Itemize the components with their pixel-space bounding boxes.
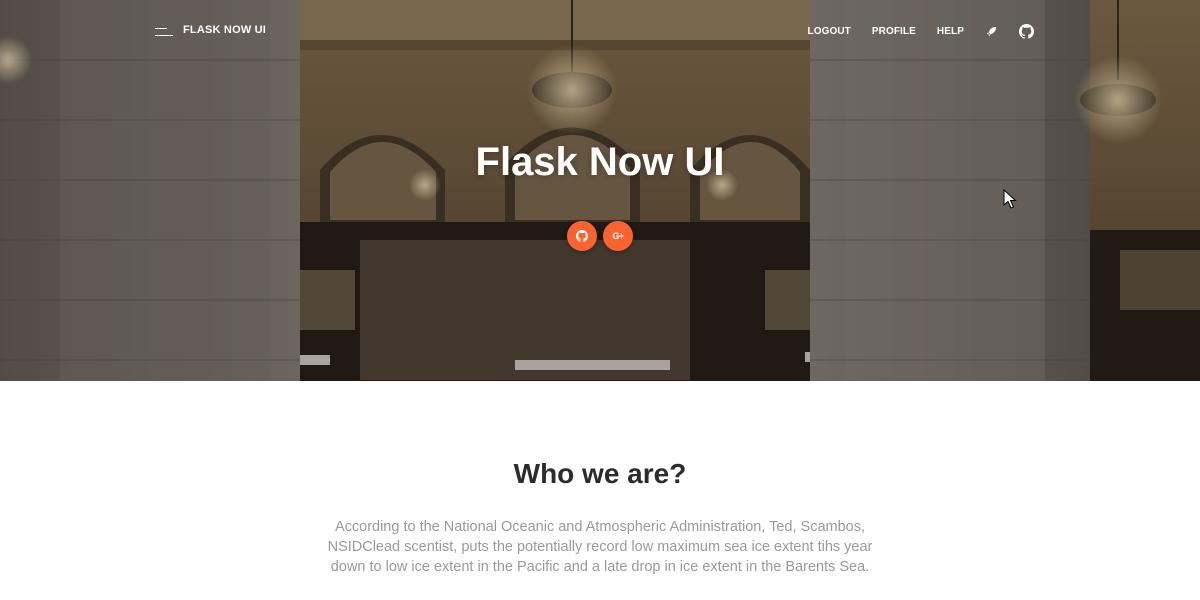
navbar-links: LOGOUT PROFILE HELP <box>787 22 1035 40</box>
section-title: Who we are? <box>513 458 687 489</box>
github-button[interactable] <box>567 221 597 251</box>
nav-link-logout[interactable]: LOGOUT <box>808 26 851 37</box>
menu-toggle-icon[interactable] <box>155 25 173 37</box>
rocket-icon[interactable] <box>983 23 999 39</box>
hero-title: Flask Now UI <box>475 140 725 184</box>
hero-header: FLASK NOW UI LOGOUT PROFILE HELP Flask N… <box>0 0 1200 381</box>
mouse-cursor-icon <box>1003 189 1017 209</box>
navbar-brand[interactable]: FLASK NOW UI <box>183 24 266 36</box>
github-icon <box>576 230 588 242</box>
github-icon[interactable] <box>1018 23 1034 39</box>
section-description: According to the National Oceanic and At… <box>327 519 873 575</box>
nav-link-help[interactable]: HELP <box>937 26 964 37</box>
google-plus-icon: G+ <box>612 231 624 241</box>
hero-social-buttons: G+ <box>567 221 633 251</box>
navbar: FLASK NOW UI LOGOUT PROFILE HELP <box>0 0 1200 62</box>
google-plus-button[interactable]: G+ <box>603 221 633 251</box>
nav-link-profile[interactable]: PROFILE <box>872 26 916 37</box>
